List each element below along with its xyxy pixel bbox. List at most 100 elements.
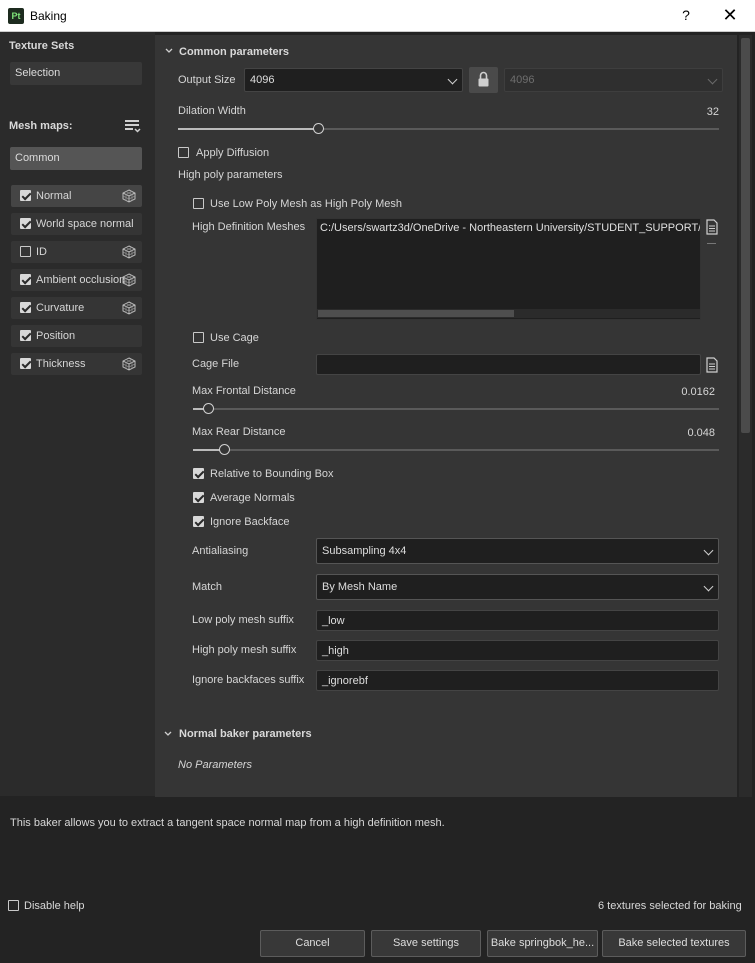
slider-track[interactable]	[193, 449, 719, 451]
hd-mesh-path[interactable]: C:/Users/swartz3d/OneDrive - Northeaster…	[320, 222, 700, 234]
mesh-maps-title: Mesh maps:	[9, 120, 73, 132]
use-cage-label: Use Cage	[210, 332, 259, 344]
mesh-map-checkbox[interactable]	[20, 246, 31, 257]
dilation-width-slider[interactable]	[178, 122, 719, 136]
no-parameters-text: No Parameters	[178, 759, 252, 771]
mesh-map-checkbox[interactable]	[20, 358, 31, 369]
app-logo-icon: Pt	[8, 8, 24, 24]
baker-settings-icon[interactable]	[122, 189, 136, 203]
chevron-down-icon	[703, 581, 714, 592]
high-poly-parameters-label: High poly parameters	[178, 169, 283, 181]
title-bar	[0, 0, 755, 32]
slider-fill	[178, 128, 319, 130]
antialiasing-value: Subsampling 4x4	[322, 545, 407, 557]
help-text: This baker allows you to extract a tange…	[10, 817, 445, 829]
mesh-map-checkbox[interactable]	[20, 274, 31, 285]
disable-help-checkbox[interactable]	[8, 900, 21, 913]
common-parameters-title: Common parameters	[179, 46, 290, 58]
bake-single-button[interactable]: Bake springbok_he...	[487, 930, 598, 957]
mesh-map-checkbox[interactable]	[20, 302, 31, 313]
hd-meshes-list[interactable]: C:/Users/swartz3d/OneDrive - Northeaster…	[316, 218, 701, 320]
chevron-down-icon	[707, 74, 718, 85]
output-size-label: Output Size	[178, 74, 236, 86]
hd-meshes-h-scroll-thumb[interactable]	[318, 310, 514, 317]
low-suffix-input[interactable]: _low	[316, 610, 719, 631]
antialiasing-dropdown[interactable]: Subsampling 4x4	[316, 538, 719, 564]
mesh-map-item[interactable]: Thickness	[11, 353, 142, 375]
output-size-linked-dropdown: 4096	[504, 68, 723, 92]
bake-selected-button[interactable]: Bake selected textures	[602, 930, 746, 957]
use-cage-checkbox[interactable]	[193, 332, 206, 345]
scrollbar-thumb[interactable]	[741, 38, 750, 433]
max-rear-distance-label: Max Rear Distance	[192, 426, 286, 438]
mesh-map-item[interactable]: Position	[11, 325, 142, 347]
disable-help-label: Disable help	[24, 900, 85, 912]
apply-diffusion-checkbox[interactable]	[178, 147, 191, 160]
mesh-map-label: World space normal	[36, 218, 134, 230]
match-value: By Mesh Name	[322, 581, 398, 593]
mesh-map-checkbox[interactable]	[20, 190, 31, 201]
low-suffix-label: Low poly mesh suffix	[192, 614, 294, 626]
mesh-map-checkbox[interactable]	[20, 330, 31, 341]
slider-handle[interactable]	[219, 444, 230, 455]
file-browse-icon[interactable]	[705, 357, 719, 373]
average-normals-checkbox[interactable]	[193, 492, 206, 505]
common-tab[interactable]: Common	[10, 147, 142, 170]
help-button[interactable]: ?	[676, 4, 696, 26]
file-browse-icon[interactable]	[705, 219, 719, 235]
slider-handle[interactable]	[313, 123, 324, 134]
ignore-backface-label: Ignore Backface	[210, 516, 290, 528]
normal-baker-collapse-chevron-icon[interactable]	[164, 729, 172, 737]
slider-handle[interactable]	[203, 403, 214, 414]
cage-file-field[interactable]	[316, 354, 701, 375]
common-collapse-chevron-icon[interactable]	[165, 46, 173, 54]
output-size-lock-button[interactable]	[469, 67, 498, 93]
mesh-map-label: Ambient occlusion	[36, 274, 126, 286]
lock-icon	[478, 71, 489, 87]
ignore-backface-checkbox[interactable]	[193, 516, 206, 529]
cage-file-label: Cage File	[192, 358, 240, 370]
antialiasing-label: Antialiasing	[192, 545, 249, 557]
save-settings-button[interactable]: Save settings	[371, 930, 481, 957]
remove-mesh-icon[interactable]	[707, 243, 716, 244]
normal-baker-title: Normal baker parameters	[179, 728, 312, 740]
baker-settings-icon[interactable]	[122, 357, 136, 371]
hd-meshes-label: High Definition Meshes	[192, 221, 306, 233]
mesh-map-label: Curvature	[36, 302, 85, 314]
max-rear-distance-slider[interactable]	[193, 443, 719, 457]
max-frontal-distance-slider[interactable]	[193, 402, 719, 416]
texture-sets-title: Texture Sets	[9, 40, 75, 52]
mesh-map-item[interactable]: Curvature	[11, 297, 142, 319]
ignore-bf-suffix-input[interactable]: _ignorebf	[316, 670, 719, 691]
baker-settings-icon[interactable]	[122, 301, 136, 315]
high-suffix-label: High poly mesh suffix	[192, 644, 297, 656]
mesh-map-item[interactable]: Ambient occlusion	[11, 269, 142, 291]
mesh-maps-menu-icon[interactable]	[124, 118, 142, 134]
window-title: Baking	[30, 9, 67, 23]
mesh-map-checkbox[interactable]	[20, 218, 31, 229]
relative-bbox-checkbox[interactable]	[193, 468, 206, 481]
mesh-map-item[interactable]: World space normal	[11, 213, 142, 235]
texture-set-selection[interactable]: Selection	[10, 62, 142, 85]
mesh-map-item[interactable]: Normal	[11, 185, 142, 207]
apply-diffusion-label: Apply Diffusion	[196, 147, 270, 159]
baker-settings-icon[interactable]	[122, 273, 136, 287]
close-button[interactable]: ✕	[718, 4, 742, 26]
mesh-map-label: Position	[36, 330, 76, 342]
output-size-dropdown[interactable]: 4096	[244, 68, 463, 92]
use-low-as-high-checkbox[interactable]	[193, 198, 206, 211]
mesh-map-label: Normal	[36, 190, 72, 202]
chevron-down-icon	[447, 74, 458, 85]
slider-track[interactable]	[193, 408, 719, 410]
output-size-value: 4096	[250, 74, 275, 86]
output-size-linked-value: 4096	[510, 74, 535, 86]
max-rear-distance-value: 0.048	[687, 427, 715, 439]
cancel-button[interactable]: Cancel	[260, 930, 365, 957]
mesh-map-item[interactable]: ID	[11, 241, 142, 263]
match-dropdown[interactable]: By Mesh Name	[316, 574, 719, 600]
max-frontal-distance-label: Max Frontal Distance	[192, 385, 296, 397]
baker-settings-icon[interactable]	[122, 245, 136, 259]
chevron-down-icon	[703, 545, 714, 556]
high-suffix-input[interactable]: _high	[316, 640, 719, 661]
average-normals-label: Average Normals	[210, 492, 295, 504]
